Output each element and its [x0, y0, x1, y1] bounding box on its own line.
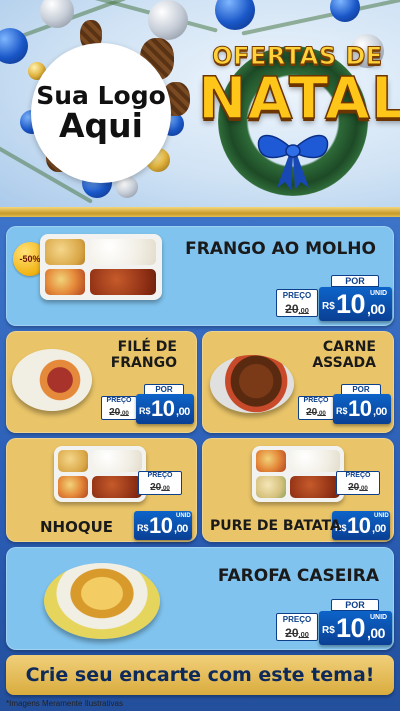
price-cents: ,00	[373, 406, 387, 418]
price-cents: ,00	[367, 625, 385, 641]
price-tag: PREÇO 20,00 R$ 10 ,00 UNID	[132, 471, 194, 541]
food-image-frango-ao-molho	[40, 234, 162, 300]
preco-label: PREÇO	[106, 397, 132, 404]
price-main: 10	[151, 396, 175, 421]
old-price-label: PREÇO 20,00	[276, 289, 318, 317]
ribbon-bow-icon	[257, 134, 329, 190]
old-price: 20,00	[348, 482, 368, 493]
price-tag: POR PREÇO 20,00 R$ 10 ,00	[298, 384, 391, 426]
product-card-pure-de-batata[interactable]: PREÇO 20,00 R$ 10 ,00 UNID PURE DE BATAT…	[202, 438, 394, 542]
old-price-label: PREÇO 20,00	[276, 613, 318, 641]
old-price: 20,00	[285, 626, 309, 640]
cta-banner[interactable]: Crie seu encarte com este tema!	[6, 655, 394, 695]
silver-ornament	[148, 0, 188, 40]
preco-label: PREÇO	[282, 291, 312, 300]
unit-label: UNID	[374, 513, 389, 519]
price-cents: ,00	[372, 523, 386, 535]
old-price: 20,00	[306, 407, 326, 418]
unit-label: UNID	[176, 513, 191, 519]
old-price: 20,00	[285, 302, 309, 316]
old-price-label: PREÇO 20,00	[138, 471, 182, 495]
unit-label: UNID	[370, 290, 388, 297]
currency-symbol: R$	[336, 406, 348, 416]
product-name: PURE DE BATATA	[210, 518, 341, 534]
silver-ornament	[40, 0, 74, 28]
food-image-farofa-caseira	[44, 563, 160, 639]
preco-label: PREÇO	[345, 472, 371, 479]
blue-ornament	[215, 0, 255, 30]
product-card-frango-ao-molho[interactable]: -50% FRANGO AO MOLHO POR PREÇO 20,00 R$ …	[6, 226, 394, 326]
old-price: 20,00	[109, 407, 129, 418]
price-main: 10	[149, 513, 173, 538]
price-main: 10	[336, 289, 366, 319]
preco-label: PREÇO	[303, 397, 329, 404]
product-name: FRANGO AO MOLHO	[185, 239, 376, 259]
disclaimer-text: *Imagens Meramente Ilustrativas	[6, 699, 123, 708]
old-price-label: PREÇO 20,00	[336, 471, 380, 495]
product-card-file-de-frango[interactable]: FILÉ DE FRANGO POR PREÇO 20,00 R$ 10 ,00	[6, 331, 197, 433]
current-price-box: R$ 10 ,00	[333, 394, 391, 424]
old-price-label: PREÇO 20,00	[101, 396, 137, 420]
price-tag: POR PREÇO 20,00 R$ 10 ,00 UNID	[276, 275, 392, 323]
price-por-label: POR	[331, 275, 379, 287]
current-price-box: R$ 10 ,00 UNID	[319, 611, 392, 645]
price-por-label: POR	[331, 599, 379, 611]
header-banner: Sua Logo Aqui OFERTAS DE NATAL	[0, 0, 400, 212]
price-tag: POR PREÇO 20,00 R$ 10 ,00 UNID	[276, 599, 392, 647]
food-image-file-de-frango	[12, 349, 92, 411]
price-main: 10	[348, 396, 372, 421]
product-name: FILÉ DE FRANGO	[110, 339, 177, 371]
old-price-label: PREÇO 20,00	[298, 396, 334, 420]
current-price-box: R$ 10 ,00	[136, 394, 194, 424]
product-card-carne-assada[interactable]: CARNE ASSADA POR PREÇO 20,00 R$ 10 ,00	[202, 331, 394, 433]
product-card-farofa-caseira[interactable]: FAROFA CASEIRA POR PREÇO 20,00 R$ 10 ,00…	[6, 547, 394, 650]
current-price-box: R$ 10 ,00 UNID	[134, 511, 192, 540]
preco-label: PREÇO	[282, 615, 312, 624]
old-price: 20,00	[150, 482, 170, 493]
flyer: Sua Logo Aqui OFERTAS DE NATAL -50% FRAN…	[0, 0, 400, 711]
price-main: 10	[336, 613, 366, 643]
blue-ornament	[330, 0, 360, 22]
product-name: FAROFA CASEIRA	[217, 566, 379, 586]
price-cents: ,00	[176, 406, 190, 418]
price-main: 10	[347, 513, 371, 538]
currency-symbol: R$	[322, 301, 335, 312]
price-cents: ,00	[367, 301, 385, 317]
product-name: CARNE ASSADA	[312, 339, 376, 371]
price-cents: ,00	[174, 523, 188, 535]
product-name: NHOQUE	[40, 518, 114, 536]
food-image-carne-assada	[210, 355, 294, 413]
currency-symbol: R$	[139, 406, 151, 416]
price-tag: POR PREÇO 20,00 R$ 10 ,00	[101, 384, 194, 426]
pine-branch-decoration	[241, 0, 400, 36]
preco-label: PREÇO	[147, 472, 173, 479]
product-card-nhoque[interactable]: PREÇO 20,00 R$ 10 ,00 UNID NHOQUE	[6, 438, 197, 542]
cta-text: Crie seu encarte com este tema!	[25, 664, 375, 686]
currency-symbol: R$	[137, 523, 149, 533]
unit-label: UNID	[370, 614, 388, 621]
logo-text-line1: Sua Logo	[36, 80, 166, 110]
logo-placeholder: Sua Logo Aqui	[31, 43, 171, 183]
currency-symbol: R$	[322, 625, 335, 636]
logo-text-line2: Aqui	[59, 105, 143, 145]
current-price-box: R$ 10 ,00 UNID	[319, 287, 392, 321]
